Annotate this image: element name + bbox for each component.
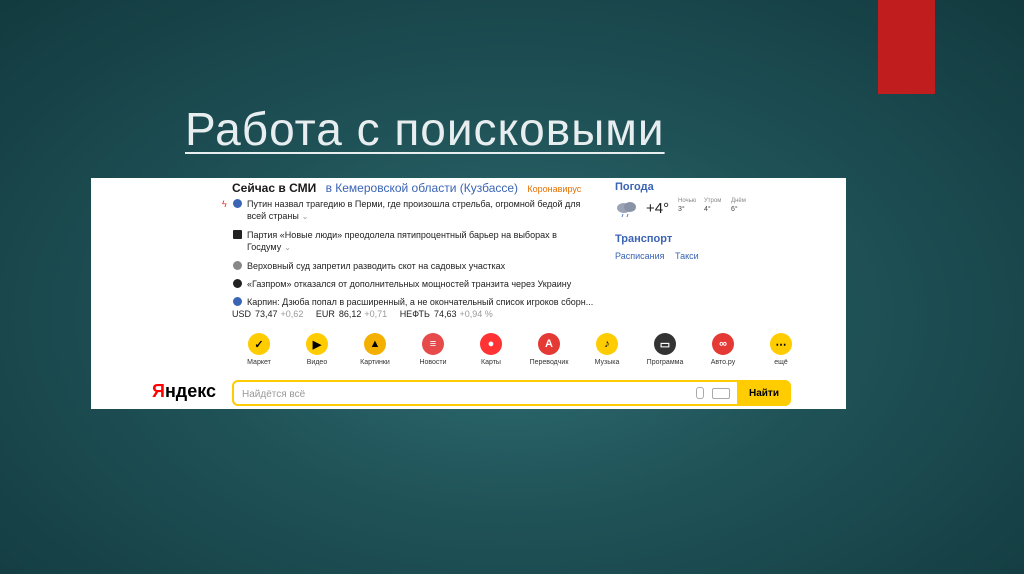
service-label: Картинки — [360, 359, 390, 366]
news-item[interactable]: Карпин: Дзюба попал в расширенный, а не … — [232, 296, 602, 308]
rate-eur[interactable]: EUR 86,12 +0,71 — [316, 309, 387, 319]
service-video[interactable]: ▶ Видео — [289, 333, 345, 366]
maps-icon: ● — [480, 333, 502, 355]
news-text: Карпин: Дзюба попал в расширенный, а не … — [247, 297, 594, 307]
forecast-morning: Утром 4° — [704, 198, 722, 213]
source-icon — [233, 230, 242, 239]
forecast-night: Ночью 3° — [678, 198, 697, 213]
rate-oil[interactable]: НЕФТЬ 74,63 +0,94 % — [400, 309, 493, 319]
services-row: ✓ Маркет ▶ Видео ▲ Картинки ≡ Новости ● Карты A Пер… — [231, 333, 792, 373]
news-item[interactable]: ϟ Путин назвал трагедию в Перми, где про… — [222, 198, 602, 223]
weather-title[interactable]: Погода — [615, 181, 654, 193]
schedules-link[interactable]: Расписания — [615, 251, 665, 261]
lightning-icon: ϟ — [222, 199, 227, 209]
search-input[interactable] — [240, 385, 674, 403]
transport-links: Расписания Такси — [615, 251, 707, 261]
service-label: Маркет — [247, 359, 271, 366]
news-header: Сейчас в СМИ в Кемеровской области (Кузб… — [232, 181, 581, 195]
service-market[interactable]: ✓ Маркет — [231, 333, 287, 366]
news-heading[interactable]: Сейчас в СМИ — [232, 181, 316, 195]
news-item[interactable]: Партия «Новые люди» преодолела пятипроце… — [232, 229, 602, 254]
service-label: Авто.ру — [710, 359, 736, 366]
service-news[interactable]: ≡ Новости — [405, 333, 461, 366]
news-item[interactable]: «Газпром» отказался от дополнительных мо… — [232, 278, 602, 290]
translator-icon: A — [538, 333, 560, 355]
service-label: ещё — [774, 359, 788, 366]
service-label: Переводчик — [529, 359, 569, 366]
images-icon: ▲ — [364, 333, 386, 355]
service-label: Карты — [481, 359, 501, 366]
more-icon: ⋯ — [770, 333, 792, 355]
news-region-link[interactable]: в Кемеровской области (Кузбассе) — [326, 181, 519, 195]
tv-program-icon: ▭ — [654, 333, 676, 355]
service-more[interactable]: ⋯ ещё — [753, 333, 809, 366]
transport-title[interactable]: Транспорт — [615, 233, 672, 245]
yandex-logo[interactable]: Яндекс — [152, 381, 216, 402]
service-label: Музыка — [594, 359, 620, 366]
rate-usd[interactable]: USD 73,47 +0,62 — [232, 309, 303, 319]
search-box — [232, 380, 790, 406]
service-label: Видео — [306, 359, 328, 366]
yandex-homepage-screenshot: Сейчас в СМИ в Кемеровской области (Кузб… — [91, 178, 846, 409]
service-images[interactable]: ▲ Картинки — [347, 333, 403, 366]
service-label: Новости — [419, 359, 447, 366]
news-text: «Газпром» отказался от дополнительных мо… — [247, 279, 572, 289]
news-text: Верховный суд запретил разводить скот на… — [247, 261, 506, 271]
news-text: Путин назвал трагедию в Перми, где произ… — [247, 199, 581, 221]
news-icon: ≡ — [422, 333, 444, 355]
red-accent-tab — [878, 0, 935, 94]
chevron-down-icon[interactable]: ⌄ — [302, 212, 309, 221]
market-icon: ✓ — [248, 333, 270, 355]
source-icon — [233, 297, 242, 306]
service-tv-program[interactable]: ▭ Программа — [637, 333, 693, 366]
service-music[interactable]: ♪ Музыка — [579, 333, 635, 366]
news-text: Партия «Новые люди» преодолела пятипроце… — [247, 230, 557, 252]
source-icon — [233, 199, 242, 208]
current-temperature: +4° — [646, 200, 670, 217]
service-maps[interactable]: ● Карты — [463, 333, 519, 366]
forecast-day: Днём 6° — [731, 198, 746, 213]
news-list: ϟ Путин назвал трагедию в Перми, где про… — [222, 198, 602, 314]
search-button[interactable]: Найти — [737, 380, 791, 406]
music-icon: ♪ — [596, 333, 618, 355]
service-label: Программа — [646, 359, 684, 366]
cloud-rain-icon — [617, 202, 636, 218]
slide-title: Работа с поисковыми — [185, 103, 665, 155]
service-autoru[interactable]: ∞ Авто.ру — [695, 333, 751, 366]
chevron-down-icon[interactable]: ⌄ — [284, 243, 291, 252]
source-icon — [233, 279, 242, 288]
service-translator[interactable]: A Переводчик — [521, 333, 577, 366]
news-tag-link[interactable]: Коронавирус — [527, 184, 581, 194]
source-icon — [233, 261, 242, 270]
exchange-rates: USD 73,47 +0,62 EUR 86,12 +0,71 НЕФТЬ 74,63 +0… — [232, 309, 503, 319]
taxi-link[interactable]: Такси — [675, 251, 699, 261]
autoru-icon: ∞ — [712, 333, 734, 355]
microphone-icon[interactable] — [696, 387, 704, 399]
keyboard-icon[interactable] — [712, 388, 730, 399]
video-icon: ▶ — [306, 333, 328, 355]
news-item[interactable]: Верховный суд запретил разводить скот на… — [232, 260, 602, 272]
